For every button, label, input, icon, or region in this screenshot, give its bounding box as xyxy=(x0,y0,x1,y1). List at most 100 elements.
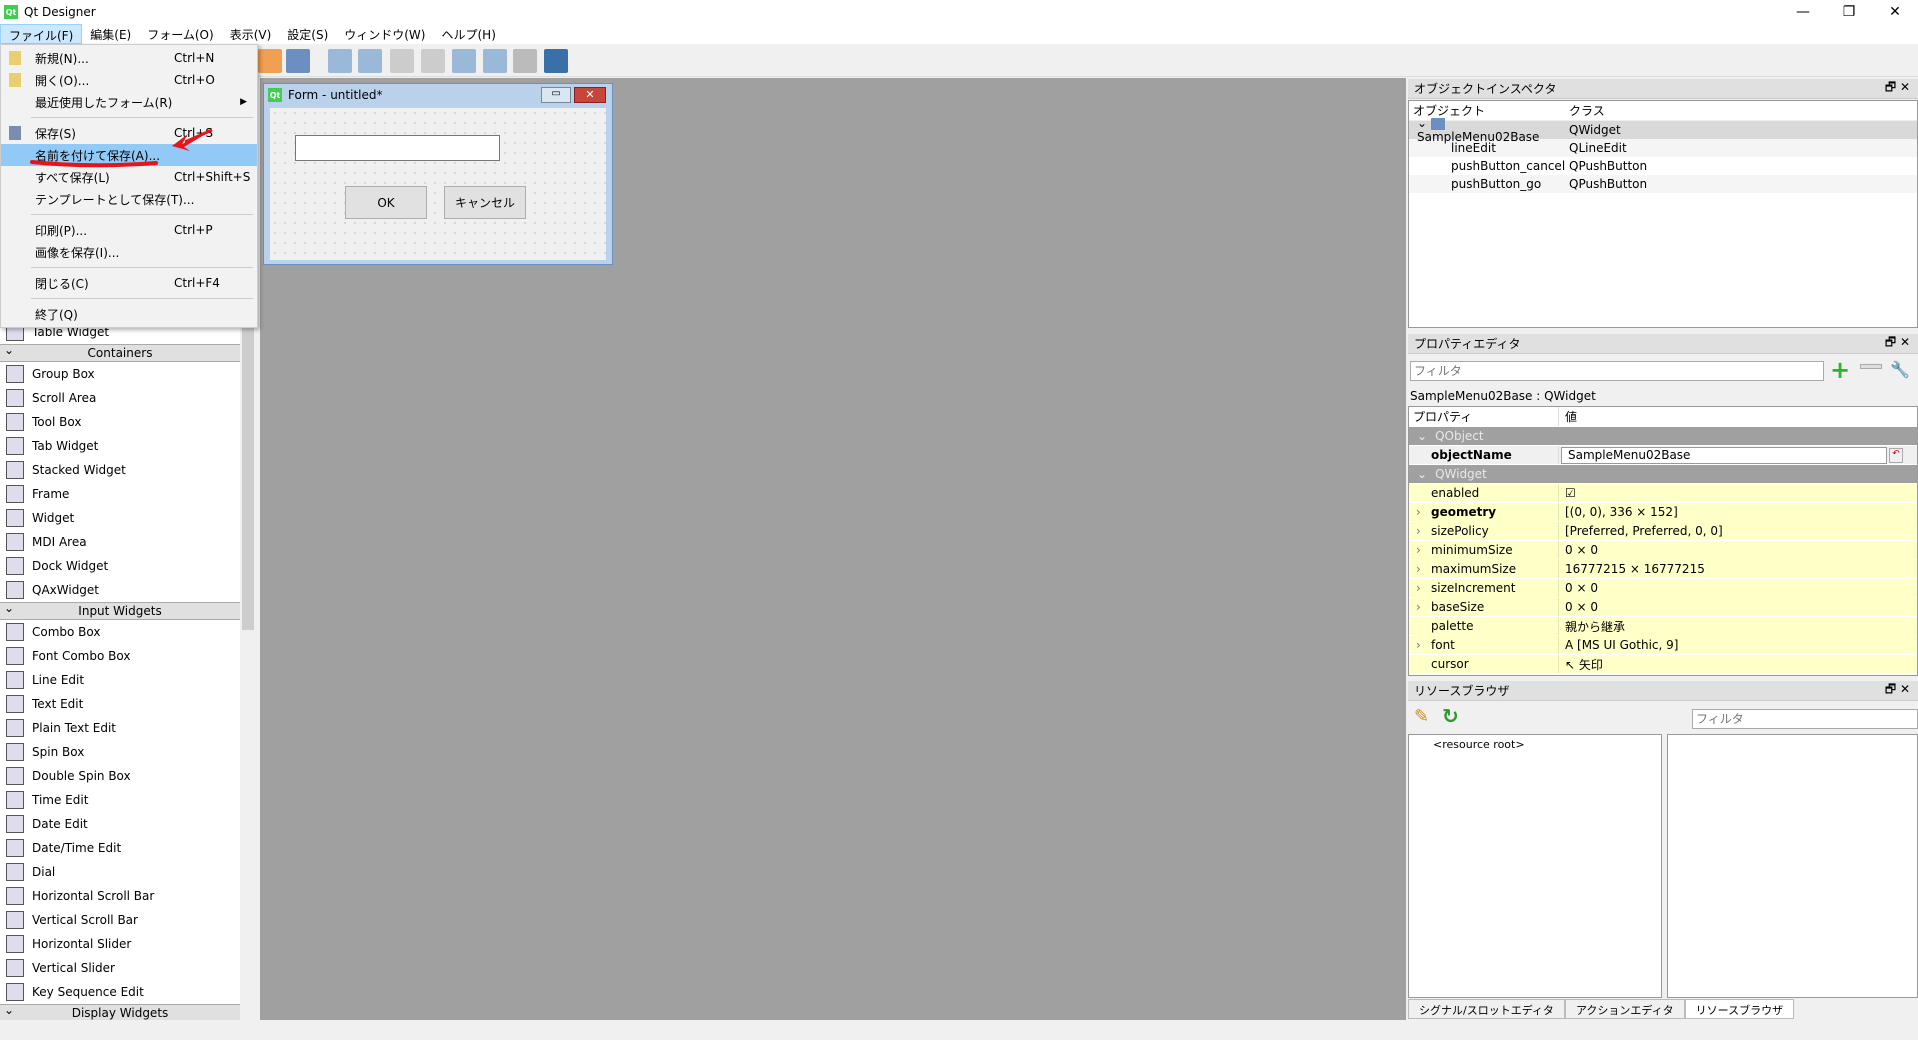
file-menu-item[interactable]: 印刷(P)... Ctrl+P xyxy=(1,219,257,241)
widget-box-item[interactable]: Date/Time Edit xyxy=(0,836,240,860)
widget-box-item[interactable]: Vertical Scroll Bar xyxy=(0,908,240,932)
edit-tab-order-icon[interactable] xyxy=(258,49,282,73)
property-row[interactable]: › maximumSize 16777215 × 16777215 xyxy=(1409,560,1917,579)
property-row[interactable]: › geometry [(0, 0), 336 × 152] xyxy=(1409,503,1917,522)
dock-tab[interactable]: リソースブラウザ xyxy=(1684,999,1795,1019)
close-icon[interactable]: ✕ xyxy=(1872,0,1918,24)
column-header-property[interactable]: プロパティ xyxy=(1409,407,1559,426)
remove-property-icon[interactable] xyxy=(1860,364,1882,369)
widget-box-item[interactable]: QAxWidget xyxy=(0,578,240,602)
widget-box-item[interactable]: Scroll Area xyxy=(0,386,240,410)
property-value[interactable]: [Preferred, Preferred, 0, 0] xyxy=(1559,524,1723,538)
column-header-value[interactable]: 値 xyxy=(1559,408,1577,425)
resource-tree[interactable]: <resource root> xyxy=(1408,734,1662,998)
widget-box-item[interactable]: Vertical Slider xyxy=(0,956,240,980)
tree-row-root[interactable]: ⌄ SampleMenu02Base QWidget xyxy=(1409,116,1917,144)
reload-icon[interactable]: ↻ xyxy=(1442,704,1459,728)
column-header-class[interactable]: クラス xyxy=(1569,102,1605,119)
widget-category[interactable]: Display Widgets xyxy=(0,1002,240,1020)
float-close-icon[interactable]: 🗗 ✕ xyxy=(1885,333,1910,354)
widget-box-item[interactable]: Combo Box xyxy=(0,620,240,644)
file-menu-item[interactable]: 開く(O)... Ctrl+O xyxy=(1,69,257,91)
property-row[interactable]: › font A [MS UI Gothic, 9] xyxy=(1409,636,1917,655)
expand-icon[interactable]: › xyxy=(1416,524,1421,538)
property-value[interactable]: [(0, 0), 336 × 152] xyxy=(1559,505,1678,519)
layout-vertical-icon[interactable] xyxy=(358,49,382,73)
form-close-button[interactable]: ✕ xyxy=(574,87,606,103)
widget-box-item[interactable]: Key Sequence Edit xyxy=(0,980,240,1004)
file-menu-item[interactable]: 画像を保存(I)... xyxy=(1,241,257,263)
property-value[interactable]: 0 × 0 xyxy=(1559,581,1598,595)
add-property-icon[interactable]: + xyxy=(1830,356,1850,384)
widget-box-item[interactable]: Double Spin Box xyxy=(0,764,240,788)
edit-buddies-icon[interactable] xyxy=(286,49,310,73)
widget-box-item[interactable]: Stacked Widget xyxy=(0,458,240,482)
adjust-size-icon[interactable] xyxy=(544,49,568,73)
float-close-icon[interactable]: 🗗 ✕ xyxy=(1885,78,1910,99)
splitter-vertical-icon[interactable] xyxy=(421,49,445,73)
property-category[interactable]: ⌄ QObject xyxy=(1409,427,1917,446)
float-close-icon[interactable]: 🗗 ✕ xyxy=(1885,680,1910,701)
file-menu-item[interactable]: 閉じる(C) Ctrl+F4 xyxy=(1,272,257,294)
widget-box-item[interactable]: Horizontal Slider xyxy=(0,932,240,956)
widget-box-item[interactable]: Dock Widget xyxy=(0,554,240,578)
property-value[interactable]: A [MS UI Gothic, 9] xyxy=(1559,638,1678,652)
resource-filter-input[interactable] xyxy=(1692,709,1918,729)
layout-grid-icon[interactable] xyxy=(452,49,476,73)
property-value[interactable]: ☑ xyxy=(1559,486,1576,500)
file-menu-item[interactable]: 新規(N)... Ctrl+N xyxy=(1,47,257,69)
property-value[interactable]: 0 × 0 xyxy=(1559,543,1598,557)
collapse-icon[interactable]: ⌄ xyxy=(1409,429,1435,443)
ok-button[interactable]: OK xyxy=(345,186,427,219)
widget-box-item[interactable]: Horizontal Scroll Bar xyxy=(0,884,240,908)
splitter-horizontal-icon[interactable] xyxy=(390,49,414,73)
property-row[interactable]: objectName SampleMenu02Base ↶ xyxy=(1409,446,1917,465)
menu-1[interactable]: 編集(E) xyxy=(82,24,139,44)
form-window[interactable]: Qt Form - untitled* ▭ ✕ OK キャンセル xyxy=(263,83,613,265)
expand-icon[interactable]: › xyxy=(1416,600,1421,614)
expand-icon[interactable]: › xyxy=(1416,581,1421,595)
property-value[interactable]: 16777215 × 16777215 xyxy=(1559,562,1705,576)
property-category[interactable]: ⌄ QWidget xyxy=(1409,465,1917,484)
expand-icon[interactable]: › xyxy=(1416,562,1421,576)
expand-icon[interactable]: › xyxy=(1416,638,1421,652)
configure-wrench-icon[interactable]: 🔧 xyxy=(1890,360,1910,379)
layout-form-icon[interactable] xyxy=(483,49,507,73)
line-edit[interactable] xyxy=(295,135,500,161)
tree-row[interactable]: lineEdit QLineEdit xyxy=(1409,139,1917,157)
widget-box-item[interactable]: Text Edit xyxy=(0,692,240,716)
widget-box-item[interactable]: Date Edit xyxy=(0,812,240,836)
widget-category[interactable]: Containers xyxy=(0,342,240,362)
dock-tab[interactable]: アクションエディタ xyxy=(1564,999,1685,1019)
tree-row[interactable]: pushButton_go QPushButton xyxy=(1409,175,1917,193)
property-value[interactable]: 0 × 0 xyxy=(1559,600,1598,614)
widget-box-item[interactable]: Widget xyxy=(0,506,240,530)
menu-2[interactable]: フォーム(O) xyxy=(139,24,221,44)
widget-box-item[interactable]: Tab Widget xyxy=(0,434,240,458)
minimize-icon[interactable]: — xyxy=(1780,0,1826,24)
edit-resources-icon[interactable]: ✎ xyxy=(1414,706,1429,727)
file-menu-item[interactable]: テンプレートとして保存(T)... xyxy=(1,188,257,210)
break-layout-icon[interactable] xyxy=(513,49,537,73)
resource-root-item[interactable]: <resource root> xyxy=(1433,738,1525,751)
layout-horizontal-icon[interactable] xyxy=(328,49,352,73)
widget-box-item[interactable]: Tool Box xyxy=(0,410,240,434)
property-row[interactable]: › sizeIncrement 0 × 0 xyxy=(1409,579,1917,598)
menu-5[interactable]: ウィンドウ(W) xyxy=(336,24,433,44)
expand-icon[interactable]: › xyxy=(1416,543,1421,557)
widget-box-item[interactable]: Line Edit xyxy=(0,668,240,692)
reset-property-icon[interactable]: ↶ xyxy=(1889,447,1903,463)
menu-0[interactable]: ファイル(F) xyxy=(0,24,83,44)
cancel-button[interactable]: キャンセル xyxy=(444,186,526,219)
file-menu-item[interactable]: 終了(Q) xyxy=(1,303,257,325)
property-row[interactable]: enabled ☑ xyxy=(1409,484,1917,503)
widget-box-item[interactable]: Group Box xyxy=(0,362,240,386)
widget-box-item[interactable]: Plain Text Edit xyxy=(0,716,240,740)
widget-box-item[interactable]: Frame xyxy=(0,482,240,506)
property-row[interactable]: palette 親から継承 xyxy=(1409,617,1917,636)
property-filter-input[interactable] xyxy=(1410,361,1824,381)
file-menu-item[interactable]: 最近使用したフォーム(R) ▶ xyxy=(1,91,257,113)
expand-icon[interactable]: › xyxy=(1416,505,1421,519)
property-row[interactable]: › minimumSize 0 × 0 xyxy=(1409,541,1917,560)
menu-4[interactable]: 設定(S) xyxy=(279,24,336,44)
